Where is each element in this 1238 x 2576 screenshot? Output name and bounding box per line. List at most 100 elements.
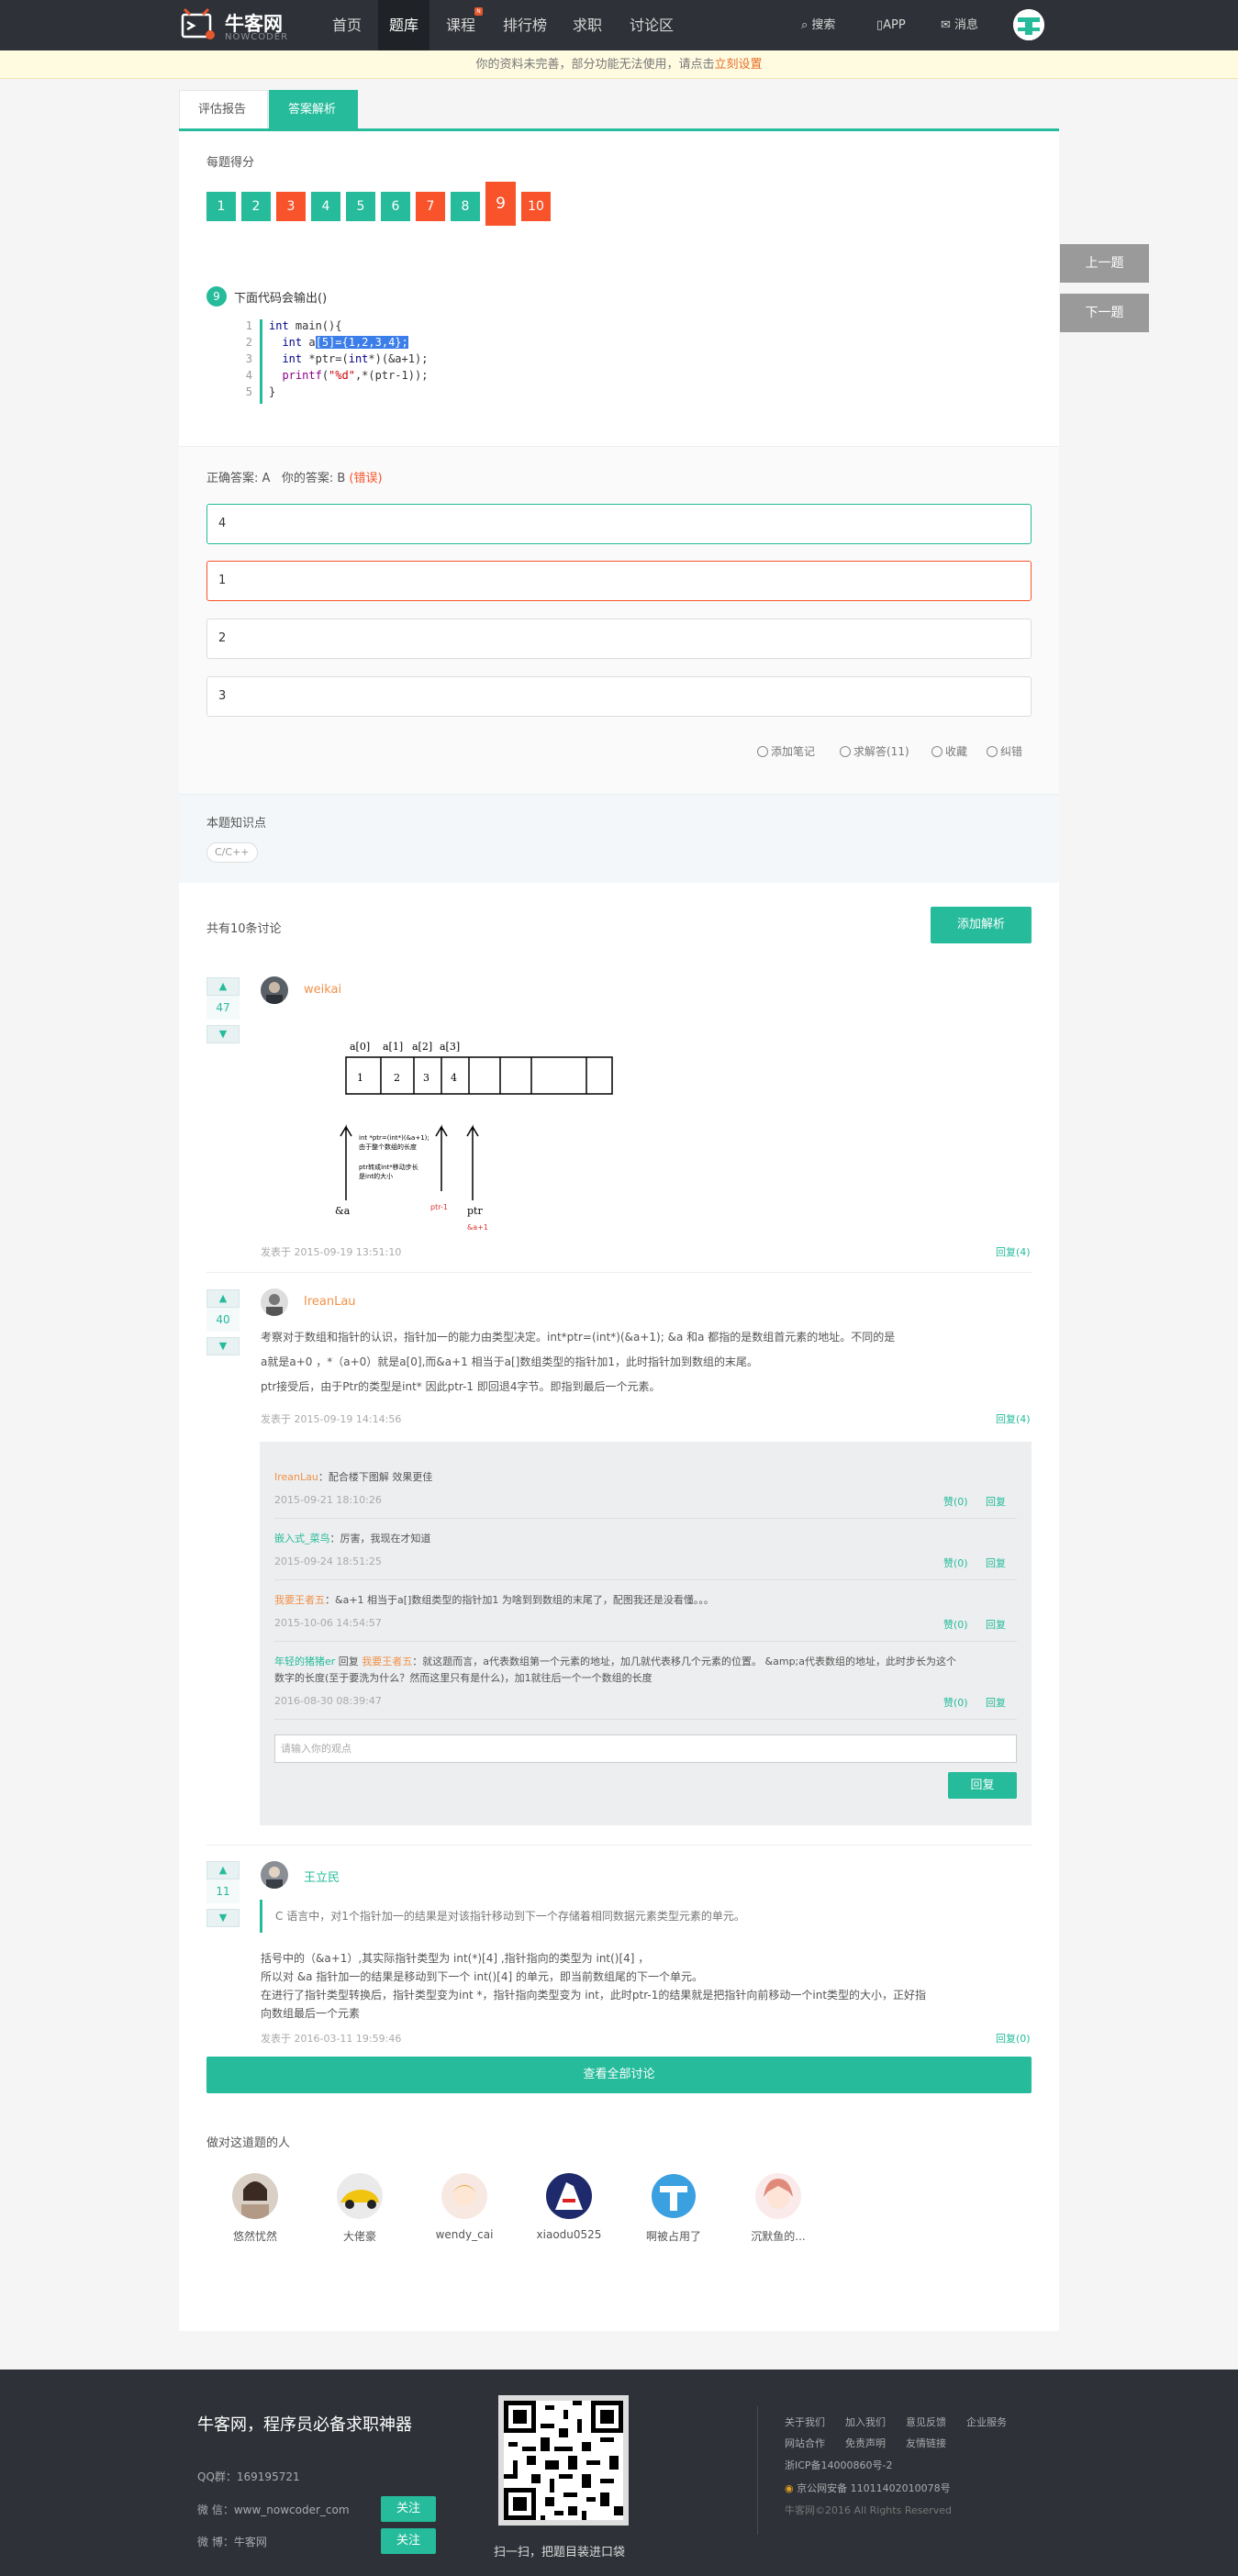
nav-courses[interactable]: 课程 N	[435, 0, 486, 50]
downvote-icon[interactable]: ▼	[206, 1025, 240, 1043]
nav-jobs[interactable]: 求职	[562, 0, 613, 50]
footer-link[interactable]: 意见反馈	[906, 2414, 946, 2429]
user-avatar[interactable]	[261, 976, 288, 1004]
notice-link[interactable]: 立刻设置	[715, 58, 763, 72]
view-all-discussion-button[interactable]: 查看全部讨论	[206, 2057, 1032, 2093]
score-item-current[interactable]: 9	[485, 182, 516, 226]
ask-answer-button[interactable]: 求解答(11)	[840, 743, 909, 759]
nav-home[interactable]: 首页	[321, 0, 373, 50]
tab-analysis[interactable]: 答案解析	[269, 90, 358, 128]
prev-question-button[interactable]: 上一题	[1060, 244, 1149, 283]
comment-time: 2016-08-30 08:39:47	[274, 1695, 382, 1707]
comment-sep: ：	[329, 1533, 340, 1544]
reply-link[interactable]: 回复(4)	[996, 1411, 1031, 1426]
comment-reply-button[interactable]: 回复	[986, 1494, 1006, 1509]
score-item[interactable]: 6	[381, 192, 410, 221]
follow-wechat-button[interactable]: 关注	[381, 2496, 436, 2522]
footer-link[interactable]: 关于我们	[785, 2414, 825, 2429]
user-name[interactable]: 王立民	[304, 1868, 340, 1885]
footer-link[interactable]: 友情链接	[906, 2436, 946, 2450]
score-item[interactable]: 10	[521, 192, 551, 221]
nav-forum[interactable]: 讨论区	[619, 0, 685, 50]
upvote-icon[interactable]: ▲	[206, 1289, 240, 1308]
solver[interactable]: 悠然忧然	[214, 2173, 296, 2244]
footer-link[interactable]: 加入我们	[845, 2414, 886, 2429]
mail-icon: ✉	[941, 18, 951, 32]
profile-notice: 你的资料未完善，部分功能无法使用，请点击立刻设置	[0, 50, 1238, 79]
comment-user[interactable]: 我要王者五	[274, 1594, 325, 1606]
vote-widget: ▲ 47 ▼	[206, 977, 240, 1043]
tab-report[interactable]: 评估报告	[179, 90, 268, 128]
comment-user[interactable]: 我要王者五	[362, 1656, 412, 1667]
solver[interactable]: 沉默鱼的...	[737, 2173, 820, 2244]
score-item[interactable]: 1	[206, 192, 236, 221]
comment-user[interactable]: 年轻的猪猪er	[274, 1656, 335, 1667]
like-button[interactable]: 赞(0)	[943, 1556, 968, 1570]
upvote-icon[interactable]: ▲	[206, 1861, 240, 1879]
fig-label: a[0]	[350, 1041, 370, 1053]
solver[interactable]: 大佬豪	[318, 2173, 401, 2244]
nav-problems[interactable]: 题库	[378, 0, 430, 50]
comment-input[interactable]: 请输入你的观点	[274, 1734, 1017, 1763]
option-a[interactable]: 4	[206, 504, 1032, 544]
question-number: 9	[206, 286, 227, 307]
fig-label: a[1]	[383, 1041, 403, 1053]
like-button[interactable]: 赞(0)	[943, 1494, 968, 1509]
notice-text: 你的资料未完善，部分功能无法使用，请点击	[475, 58, 715, 72]
report-error-button[interactable]: 纠错	[987, 743, 1022, 759]
follow-weibo-button[interactable]: 关注	[381, 2528, 436, 2554]
score-label: 每题得分	[206, 156, 255, 170]
nav-ranking[interactable]: 排行榜	[492, 0, 558, 50]
divider	[206, 1845, 1032, 1846]
solver[interactable]: xiaodu0525	[528, 2173, 610, 2241]
comment-user[interactable]: 嵌入式_菜鸟	[274, 1533, 330, 1544]
comment-content: 就这题而言，a代表数组第一个元素的地址，加几就代表移几个元素的位置。 &amp;…	[422, 1656, 956, 1667]
comment-text: 我要王者五：&a+1 相当于a[]数组类型的指针加1 为啥到到数组的末尾了，配图…	[274, 1592, 714, 1607]
message-link[interactable]: ✉ 消息	[941, 0, 978, 50]
score-item[interactable]: 5	[346, 192, 375, 221]
app-link[interactable]: ▯APP	[876, 0, 906, 50]
user-name[interactable]: IreanLau	[304, 1295, 356, 1309]
site-logo[interactable]: 牛客网 NOWCODER	[179, 6, 317, 44]
fig-cell: 1	[357, 1072, 363, 1084]
user-avatar[interactable]	[1013, 9, 1044, 40]
footer-link[interactable]: 网站合作	[785, 2436, 825, 2450]
downvote-icon[interactable]: ▼	[206, 1337, 240, 1355]
knowledge-tag[interactable]: C/C++	[206, 842, 258, 863]
score-item[interactable]: 3	[276, 192, 306, 221]
comment-reply-button[interactable]: 回复	[986, 1556, 1006, 1570]
option-b[interactable]: 1	[206, 561, 1032, 601]
comment-reply-button[interactable]: 回复	[986, 1617, 1006, 1632]
add-note-button[interactable]: 添加笔记	[757, 743, 815, 759]
option-d[interactable]: 3	[206, 676, 1032, 717]
score-item[interactable]: 2	[241, 192, 271, 221]
post-quote: C 语言中，对1个指针加一的结果是对该指针移动到下一个存储着相同数据元素类型元素…	[260, 1900, 1032, 1933]
user-avatar[interactable]	[261, 1288, 288, 1316]
comment-reply-button[interactable]: 回复	[986, 1695, 1006, 1710]
like-button[interactable]: 赞(0)	[943, 1617, 968, 1632]
score-item[interactable]: 4	[311, 192, 340, 221]
solver[interactable]: wendy_cai	[423, 2173, 506, 2241]
submit-comment-button[interactable]: 回复	[948, 1772, 1017, 1799]
score-item[interactable]: 7	[416, 192, 445, 221]
reply-link[interactable]: 回复(0)	[996, 2031, 1031, 2046]
search-link[interactable]: ⌕ 搜索	[801, 0, 835, 50]
footer-link[interactable]: 企业服务	[966, 2414, 1007, 2429]
downvote-icon[interactable]: ▼	[206, 1909, 240, 1927]
favorite-button[interactable]: 收藏	[931, 743, 967, 759]
user-avatar[interactable]	[261, 1861, 288, 1889]
comment-user[interactable]: IreanLau	[274, 1471, 318, 1483]
vote-widget: ▲ 40 ▼	[206, 1289, 240, 1355]
option-c[interactable]: 2	[206, 619, 1032, 659]
user-name[interactable]: weikai	[304, 983, 341, 997]
reply-link[interactable]: 回复(4)	[996, 1244, 1031, 1259]
add-analysis-button[interactable]: 添加解析	[931, 907, 1032, 943]
fig-cell: 2	[394, 1072, 400, 1084]
upvote-icon[interactable]: ▲	[206, 977, 240, 996]
score-item[interactable]: 8	[451, 192, 480, 221]
solver-name: 沉默鱼的...	[751, 2230, 806, 2243]
footer-link[interactable]: 免责声明	[845, 2436, 886, 2450]
solver[interactable]: 啊被占用了	[632, 2173, 715, 2244]
like-button[interactable]: 赞(0)	[943, 1695, 968, 1710]
next-question-button[interactable]: 下一题	[1060, 294, 1149, 332]
